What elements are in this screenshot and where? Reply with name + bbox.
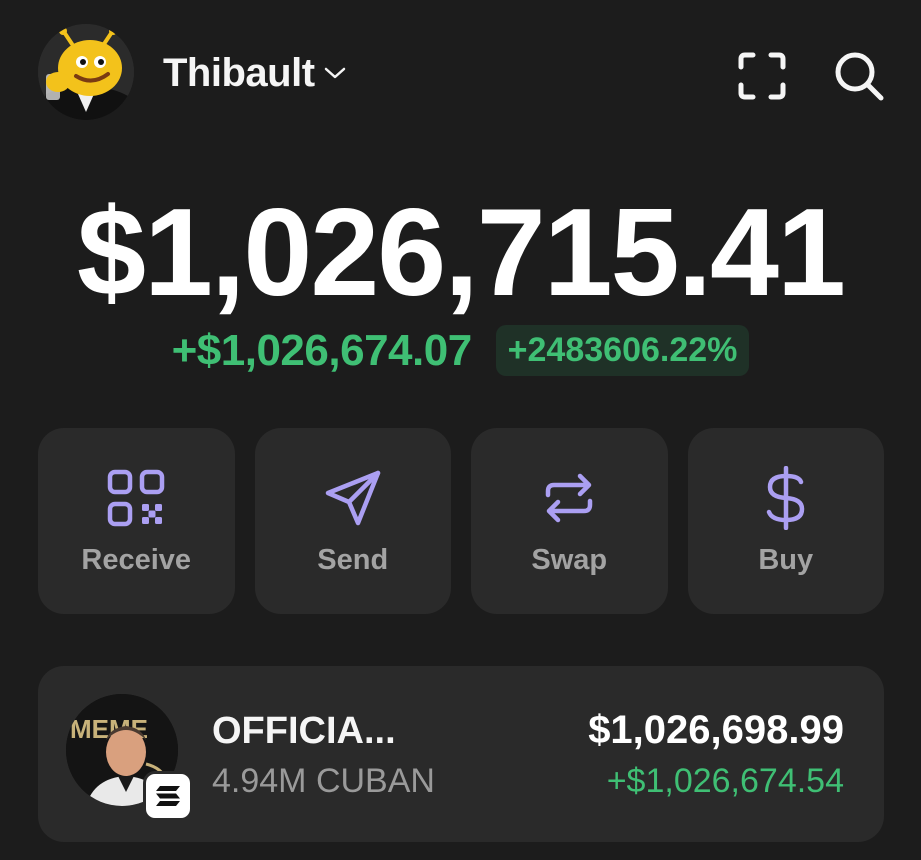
chevron-down-icon (323, 65, 347, 81)
portfolio-change: +$1,026,674.07 +2483606.22% (0, 325, 921, 376)
account-name: Thibault (163, 50, 315, 95)
token-name: OFFICIA... (212, 710, 396, 752)
header: Thibault (0, 0, 921, 150)
send-icon (323, 468, 383, 528)
account-switcher[interactable]: Thibault (163, 46, 347, 100)
cartoon-avatar-icon (38, 24, 134, 120)
solana-icon (143, 771, 193, 821)
swap-label: Swap (531, 544, 608, 576)
receive-button[interactable]: Receive (38, 428, 235, 614)
account-avatar[interactable] (38, 24, 134, 120)
receive-label: Receive (81, 544, 192, 576)
swap-icon (539, 468, 599, 528)
token-row[interactable]: MEME OFFICIA... 4.94M CUBAN $1,026,698.9… (38, 666, 884, 842)
buy-label: Buy (758, 544, 814, 576)
search-button[interactable] (829, 46, 889, 106)
dollar-icon (756, 466, 816, 530)
send-button[interactable]: Send (254, 428, 451, 614)
send-label: Send (317, 544, 389, 576)
token-value: $1,026,698.99 (588, 708, 844, 752)
buy-button[interactable]: Buy (687, 428, 884, 614)
swap-button[interactable]: Swap (471, 428, 668, 614)
action-bar: Receive Send Swap Buy (38, 428, 884, 614)
qr-code-icon (106, 468, 166, 528)
scan-icon (738, 52, 786, 100)
token-amount: 4.94M CUBAN (212, 762, 435, 800)
change-percent-badge: +2483606.22% (495, 325, 750, 376)
token-change: +$1,026,674.54 (606, 762, 844, 800)
change-amount: +$1,026,674.07 (171, 325, 473, 375)
search-icon (835, 52, 884, 101)
portfolio-balance: $1,026,715.41 (77, 184, 846, 322)
scan-button[interactable] (732, 46, 792, 106)
